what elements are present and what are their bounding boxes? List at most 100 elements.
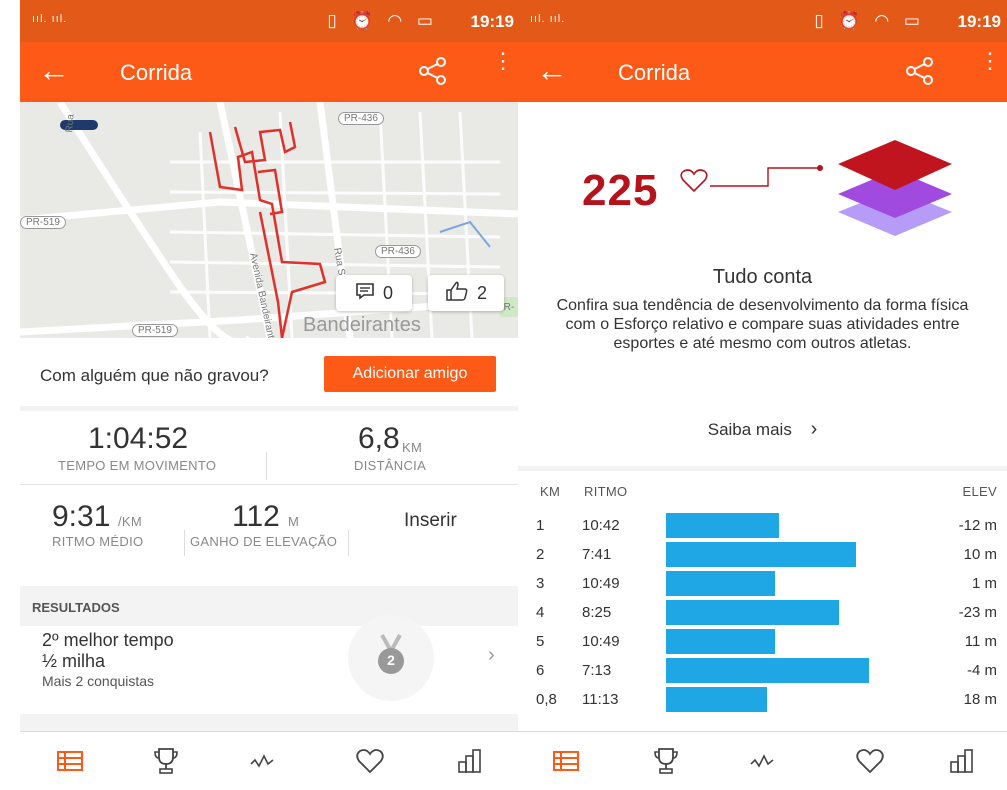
back-arrow-icon[interactable]: ← [536,52,568,88]
split-km: 5 [536,633,545,650]
split-elev: -12 m [958,517,997,534]
effort-connector [710,165,823,187]
status-icons: ▯ ⏰ ◠ ▭ [327,11,438,30]
split-pace-bar [666,513,779,538]
activity-icon[interactable] [242,746,282,776]
app-bar: ← Corrida ⋮ [518,42,1007,102]
stats-icon[interactable] [942,746,982,776]
split-elev: 18 m [963,691,997,708]
feed-icon[interactable] [50,746,90,776]
insert-link[interactable]: Inserir [404,510,457,532]
more-vertical-icon[interactable]: ⋮ [492,50,514,72]
status-bar: ııl. ııl. ▯ ⏰ ◠ ▭ 19:19 [20,0,520,42]
signal-icon: ııl. ııl. [32,13,68,25]
activity-icon[interactable] [742,746,782,776]
kudos-count: 2 [476,282,487,303]
page-title: Corrida [618,60,691,85]
elevation-gain-value: 112 [232,500,280,533]
split-pace-bar [666,600,839,625]
split-pace-bar [666,571,775,596]
learn-more-label: Saiba mais [707,420,792,439]
share-icon[interactable] [905,56,935,91]
effort-layers-icon [838,140,952,236]
split-row: 5 10:49 11 m [518,627,1007,656]
split-row: 0,8 11:13 18 m [518,685,1007,714]
split-elev: -23 m [958,604,997,621]
feed-icon[interactable] [546,746,586,776]
distance-label: DISTÂNCIA [354,458,427,473]
split-row: 2 7:41 10 m [518,540,1007,569]
heart-icon[interactable] [350,746,390,776]
road-label: PR-436 [338,112,384,125]
split-km: 2 [536,546,545,563]
chevron-right-icon[interactable]: › [488,644,495,667]
effort-heading: Tudo conta [712,266,813,288]
split-elev: 11 m [964,633,997,650]
share-icon[interactable] [418,56,448,91]
thumbs-up-icon [445,280,469,307]
heart-icon[interactable] [850,746,890,776]
achievement-segment: ½ milha [42,651,106,671]
split-pace: 7:41 [582,546,612,563]
split-elev: 1 m [971,575,997,592]
kudos-button[interactable]: 2 [428,275,504,311]
medal-icon: 2 [348,615,434,701]
split-elev: 10 m [963,546,997,563]
results-title: RESULTADOS [32,600,120,615]
friend-prompt-text: Com alguém que não gravou? [40,366,269,385]
avg-pace-value: 9:31 [52,500,111,533]
split-km: 1 [536,517,545,534]
splits-header-km: KM [540,484,561,499]
right-screen: ııl. ııl. ▯ ⏰ ◠ ▭ 19:19 ← Corrida ⋮ 225 … [518,0,1007,790]
stat-separator [266,452,267,480]
achievement-more: Mais 2 conquistas [42,673,155,689]
section-divider [20,714,520,732]
split-pace: 7:13 [582,662,612,679]
split-pace: 11:13 [582,691,619,708]
split-row: 4 8:25 -23 m [518,598,1007,627]
distance-value: 6,8 [358,422,400,455]
split-pace-bar [666,542,856,567]
learn-more-link[interactable]: Saiba mais › [518,418,1007,441]
split-km: 4 [536,604,545,621]
split-row: 6 7:13 -4 m [518,656,1007,685]
section-divider [20,406,520,411]
chevron-right-icon: › [810,418,818,440]
stat-separator [348,530,349,556]
comment-count: 0 [382,282,393,303]
status-icons: ▯ ⏰ ◠ ▭ [814,11,925,30]
elevation-gain-unit: M [288,514,300,529]
page-title: Corrida [120,60,193,85]
split-pace: 10:49 [582,633,620,650]
achievement-title: 2º melhor tempo [42,630,174,650]
back-arrow-icon[interactable]: ← [38,52,70,88]
add-friend-button[interactable]: Adicionar amigo [324,356,496,392]
split-km: 0,8 [536,691,557,708]
trophy-icon[interactable] [146,746,186,776]
stats-icon[interactable] [450,746,490,776]
status-bar: ııl. ııl. ▯ ⏰ ◠ ▭ 19:19 [518,0,1007,42]
heart-icon [680,168,708,199]
comment-button[interactable]: 0 [336,275,412,311]
clock: 19:19 [470,12,514,31]
distance-unit: KM [402,440,423,455]
split-pace-bar [666,658,869,683]
road-label: PR-519 [132,324,178,337]
route-map[interactable]: PR-436 PR-519 PR-436 PR-519 BR- Rua São … [20,102,520,338]
split-pace-bar [666,687,767,712]
road-label: PR-436 [375,245,421,258]
more-vertical-icon[interactable]: ⋮ [979,50,1001,72]
results-header: RESULTADOS [20,586,520,626]
medal-number: 2 [387,652,395,668]
row-divider [20,484,520,485]
elevation-gain-label: GANHO DE ELEVAÇÃO [190,534,338,549]
split-pace-bar [666,629,775,654]
clock: 19:19 [957,12,1001,31]
road-label: PR-519 [20,216,66,229]
comment-icon [355,282,375,305]
split-row: 3 10:49 1 m [518,569,1007,598]
moving-time-value: 1:04:52 [88,422,189,455]
avg-pace-unit: /KM [118,514,143,529]
trophy-icon[interactable] [646,746,686,776]
road-label: Rua [64,113,77,133]
